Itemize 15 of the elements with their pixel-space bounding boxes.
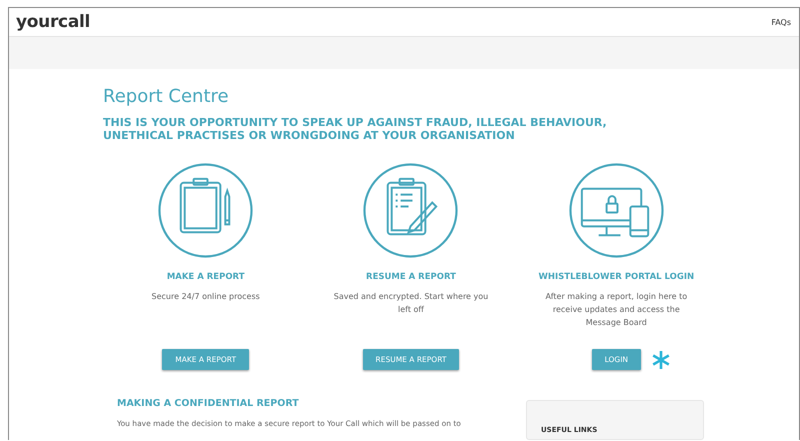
clipboard-icon: [158, 163, 254, 258]
intro-heading: THIS IS YOUR OPPORTUNITY TO SPEAK UP AGAINST FRAUD, ILLEGAL BEHAVIOUR, UNETHICAL PRACTISES OR WRONGDOING AT YOUR ORGANISATION: [103, 116, 608, 142]
yourcall-logo[interactable]: yourcall: [16, 12, 90, 32]
option-title: MAKE A REPORT: [166, 272, 245, 282]
option-description: Secure 24/7 online process: [150, 291, 261, 303]
option-description: After making a report, login here to receive updates and access the Message Board: [544, 291, 688, 329]
page-title: Report Centre: [103, 86, 230, 107]
option-description: Saved and encrypted. Start where you left off: [333, 291, 488, 316]
option-title: WHISTLEBLOWER PORTAL LOGIN: [538, 272, 694, 282]
option-title: RESUME A REPORT: [366, 272, 456, 282]
asterisk-icon: [651, 350, 672, 370]
faqs-link[interactable]: FAQs: [771, 18, 791, 26]
clipboard-pencil-icon: [363, 163, 458, 258]
section-heading: MAKING A CONFIDENTIAL REPORT: [117, 398, 300, 409]
computer-lock-icon: [568, 163, 664, 258]
